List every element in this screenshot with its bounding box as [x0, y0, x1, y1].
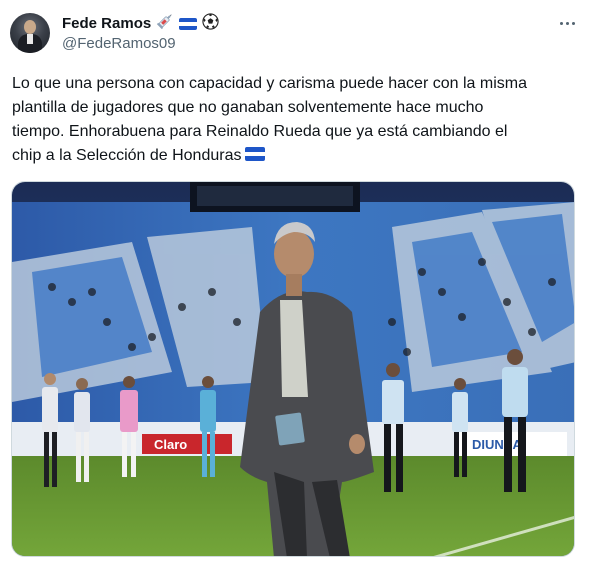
ad-board-text: DIUNSA	[472, 437, 522, 452]
more-icon[interactable]	[556, 15, 578, 31]
author-display-name[interactable]: Fede Ramos	[62, 15, 151, 32]
tweet-text-line: plantilla de jugadores que no ganaban so…	[12, 99, 484, 116]
soccer-ball-icon	[202, 12, 219, 35]
tweet-text-line: tiempo. Enhorabuena para Reinaldo Rueda …	[12, 123, 508, 140]
stadium-photo-image: Claro DIUNSA	[12, 182, 574, 556]
tweet-text-line-content: chip a la Selección de Honduras	[12, 147, 242, 164]
tweet-text-line: chip a la Selección de Honduras	[12, 144, 582, 168]
tweet-text-line: Lo que una persona con capacidad y caris…	[12, 75, 527, 92]
tweet-photo[interactable]: Claro DIUNSA	[11, 181, 575, 557]
ad-board-text: Claro	[154, 437, 187, 452]
honduras-flag-icon	[179, 17, 198, 30]
author-handle[interactable]: @FedeRamos09	[62, 35, 176, 52]
honduras-flag-icon	[245, 147, 266, 161]
syringe-icon	[156, 12, 174, 35]
tweet-card: Fede Ramos @FedeRamos09 Lo que una perso…	[0, 0, 591, 564]
avatar[interactable]	[10, 13, 50, 53]
author-name-row: Fede Ramos	[62, 12, 219, 35]
tweet-text: Lo que una persona con capacidad y caris…	[12, 72, 582, 168]
